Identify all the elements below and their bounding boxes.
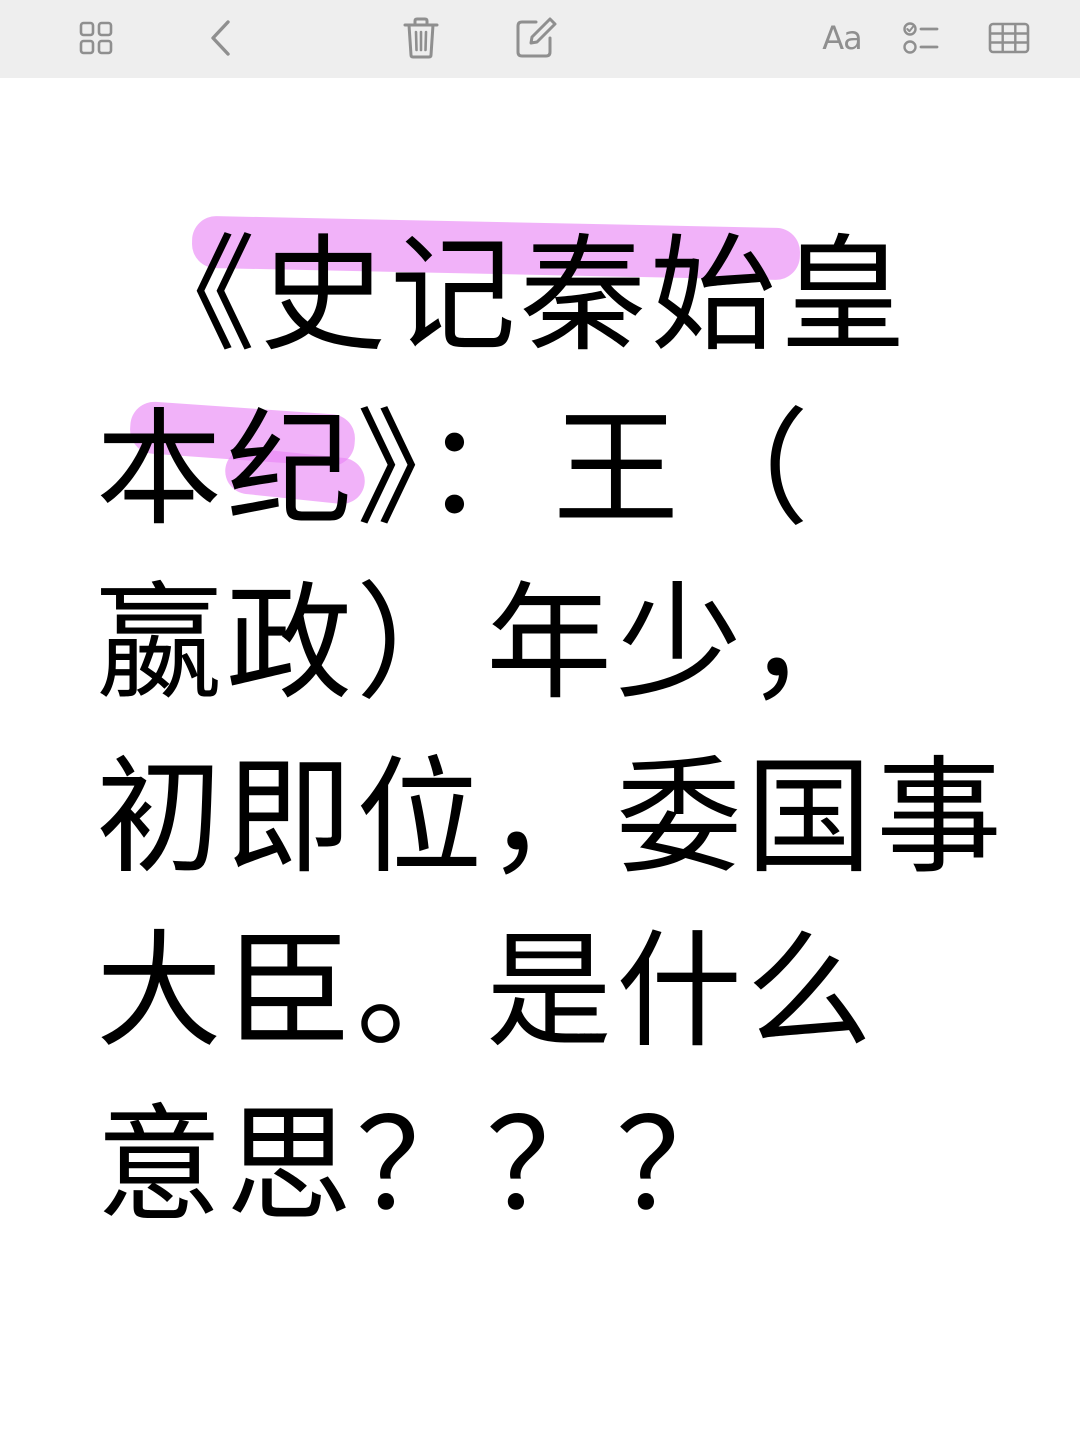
grid-icon xyxy=(79,21,113,55)
checklist-icon xyxy=(903,22,939,54)
note-text-line: 意思？？？ xyxy=(96,1092,746,1239)
toolbar: Aa xyxy=(0,0,1080,78)
compose-button[interactable] xyxy=(508,10,564,66)
trash-icon xyxy=(403,17,439,59)
note-text-line: 大臣。是什么 xyxy=(96,918,876,1065)
text-format-icon: Aa xyxy=(822,19,862,57)
note-text-line: 本纪》：王（ xyxy=(96,396,813,543)
checklist-button[interactable] xyxy=(894,10,950,66)
note-text-line: 嬴政）年少， xyxy=(96,570,876,717)
note-body[interactable]: 《史记秦始皇 本纪》：王（ 嬴政）年少， 初即位，委国事 大臣。是什么 意思？？… xyxy=(0,78,1080,1440)
format-button[interactable]: Aa xyxy=(814,10,870,66)
note-text-line: 《史记秦始皇 xyxy=(130,222,910,369)
back-button[interactable] xyxy=(192,10,248,66)
table-icon xyxy=(988,22,1030,54)
compose-icon xyxy=(516,17,557,58)
delete-button[interactable] xyxy=(393,10,449,66)
gallery-view-button[interactable] xyxy=(68,10,124,66)
chevron-left-icon xyxy=(211,20,230,56)
table-button[interactable] xyxy=(981,10,1037,66)
note-text-line: 初即位，委国事 xyxy=(96,744,1006,891)
